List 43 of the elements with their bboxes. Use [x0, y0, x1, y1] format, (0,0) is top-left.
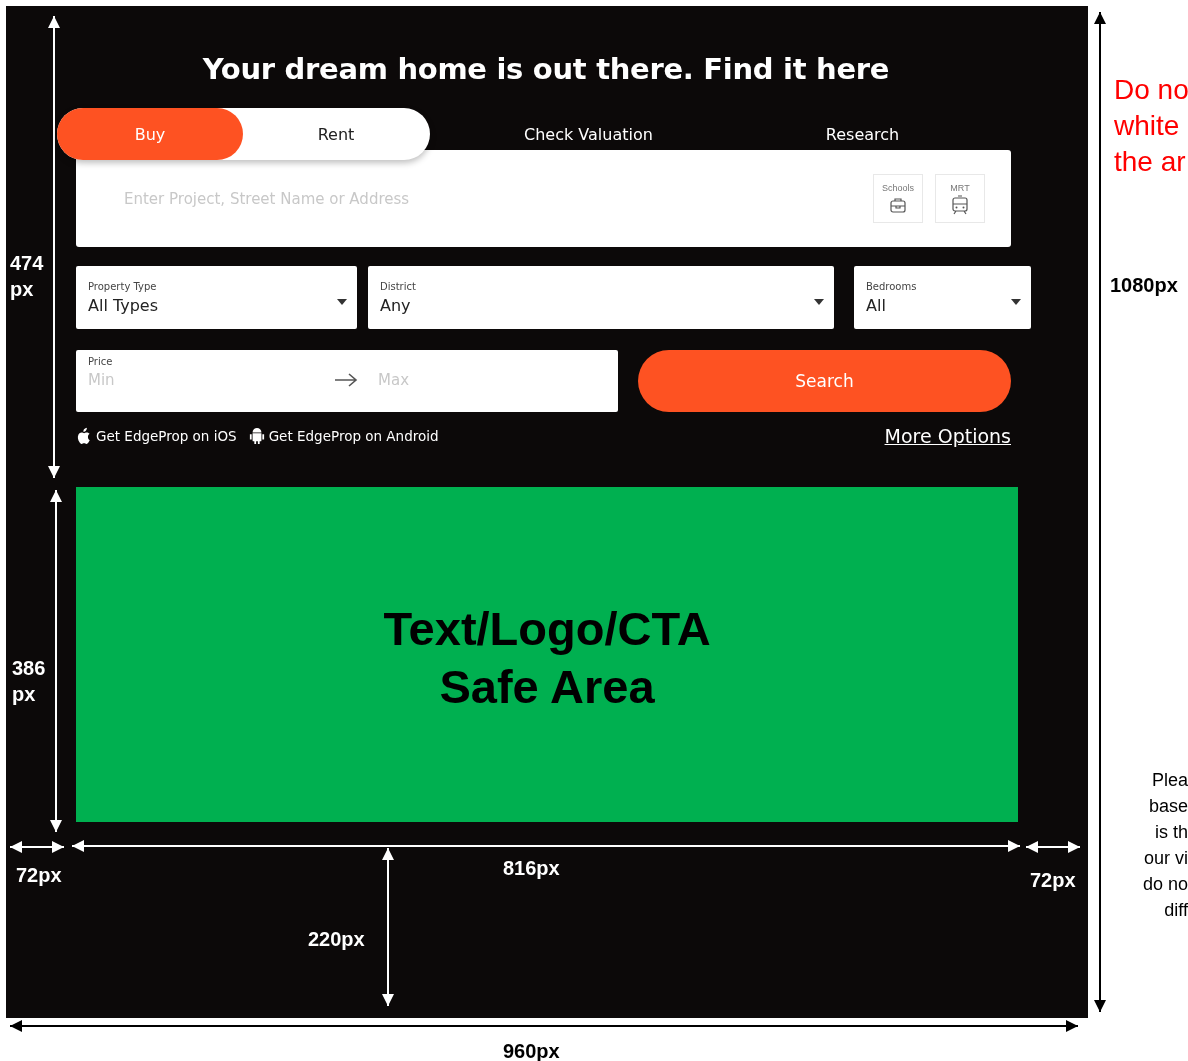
android-icon: [248, 426, 265, 446]
nav-link[interactable]: Check Valuation: [524, 124, 653, 144]
train-icon: [950, 194, 970, 215]
dropdown-label: Property Type: [88, 280, 158, 292]
dropdown-value: Any: [380, 295, 412, 315]
dimension-label: 1080px: [1110, 273, 1178, 298]
filter-chip[interactable]: MRT: [935, 174, 985, 223]
banner-heading: Your dream home is out there. Find it here: [201, 51, 891, 88]
caret-icon: [814, 298, 824, 305]
dimension-label: 474 px: [10, 251, 44, 302]
price-label: Price: [88, 356, 114, 367]
caret-icon: [1011, 298, 1021, 305]
note-text: diff: [1164, 899, 1188, 922]
dimension-label: 72px: [16, 863, 62, 888]
note-text: the ar: [1114, 145, 1187, 179]
dropdown[interactable]: Property Type All Types: [76, 266, 357, 329]
caret-icon: [337, 298, 347, 305]
dropdown-label: Bedrooms: [866, 280, 917, 292]
dropdown-value: All Types: [88, 295, 158, 315]
filter-chip[interactable]: Schools: [873, 174, 923, 223]
note-text: white: [1114, 109, 1181, 143]
note-text: Plea: [1151, 769, 1188, 792]
dropdown-label: District: [380, 280, 416, 292]
dimension-label: 220px: [308, 927, 365, 952]
nav-link[interactable]: Research: [825, 124, 900, 144]
dimension-label: 816px: [503, 856, 560, 881]
note-text: our vi: [1144, 847, 1188, 870]
app-link[interactable]: Get EdgeProp on Android: [248, 426, 439, 446]
dropdown-value: All: [866, 295, 887, 315]
note-text: base: [1148, 795, 1188, 818]
dropdown[interactable]: Bedrooms All: [854, 266, 1031, 329]
dimension-label: 72px: [1030, 868, 1076, 893]
dimension-label: 386 px: [12, 656, 46, 707]
apple-icon: [76, 426, 92, 446]
safe-area-title: Text/Logo/CTA: [383, 600, 711, 657]
safe-area-title: Safe Area: [439, 658, 655, 715]
more-options-link[interactable]: More Options: [884, 425, 1011, 447]
note-text: Do no: [1114, 73, 1188, 107]
note-text: do no: [1142, 873, 1188, 896]
app-link[interactable]: Get EdgeProp on iOS: [76, 426, 237, 446]
note-text: is th: [1155, 821, 1188, 844]
arrow-icon: [334, 373, 358, 387]
dropdown[interactable]: District Any: [368, 266, 834, 329]
